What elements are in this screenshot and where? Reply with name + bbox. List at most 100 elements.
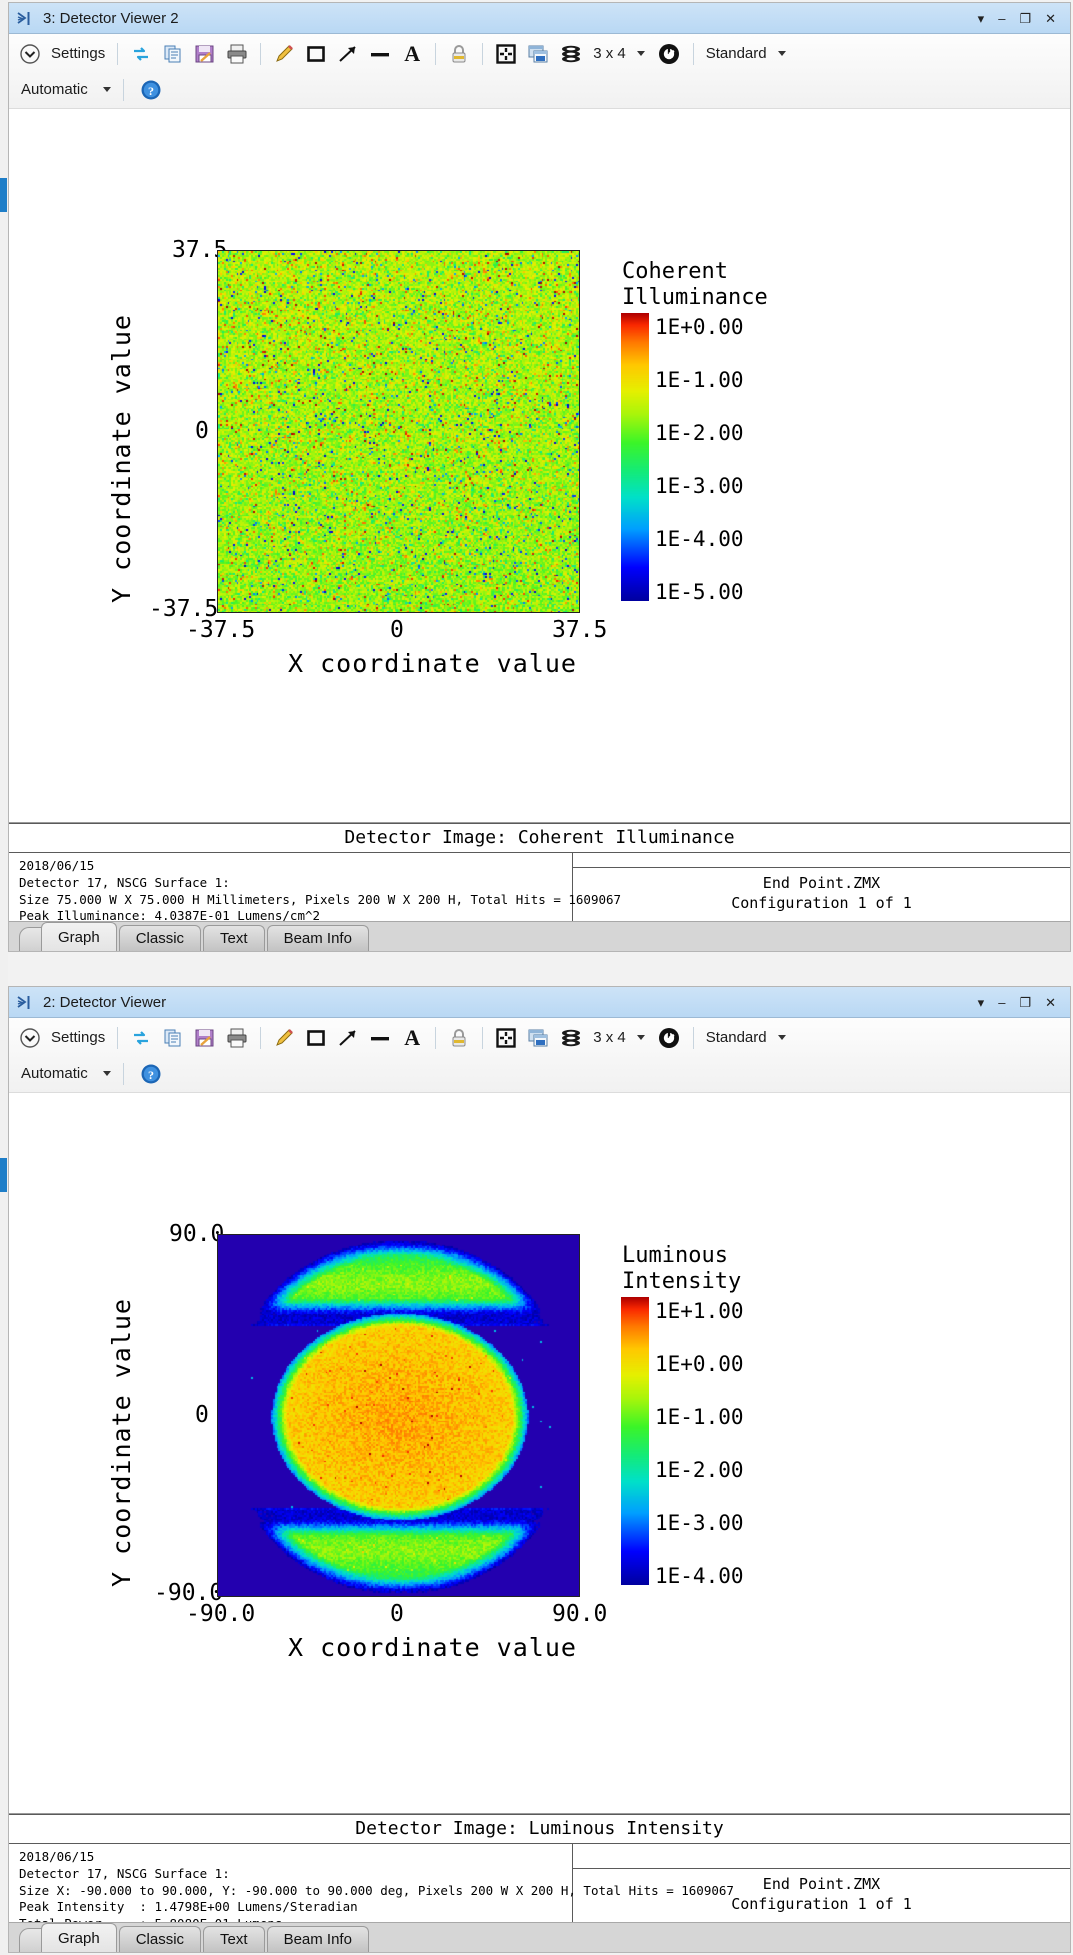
titlebar: 3: Detector Viewer 2 ▾ – ❐ ✕ [9, 3, 1070, 34]
save-icon[interactable] [190, 39, 220, 69]
clone-window-icon[interactable] [523, 1023, 553, 1053]
chevron-down-icon[interactable] [103, 1071, 111, 1076]
rail-marker-bottom [0, 1158, 7, 1192]
rectangle-icon[interactable] [301, 1023, 331, 1053]
chevron-down-icon[interactable] [637, 1035, 645, 1040]
copy-icon[interactable] [158, 39, 188, 69]
colorbar-gradient [621, 313, 649, 601]
minimize-button[interactable]: – [998, 996, 1005, 1009]
detector-viewer-app: 3: Detector Viewer 2 ▾ – ❐ ✕ Settings [0, 0, 1073, 1955]
colorbar-label: 1E-3.00 [655, 474, 744, 498]
power-refresh-icon[interactable] [653, 1023, 685, 1053]
style-dropdown[interactable]: Standard [702, 1029, 771, 1046]
colorbar-title: Luminous Intensity [622, 1243, 741, 1295]
chevron-down-icon[interactable] [637, 51, 645, 56]
tab-graph[interactable]: Graph [41, 922, 117, 951]
y-tick-mid: 0 [195, 418, 209, 444]
refresh-icon[interactable] [126, 1023, 156, 1053]
info-right: End Point.ZMX Configuration 1 of 1 [573, 853, 1070, 921]
style-dropdown[interactable]: Standard [702, 45, 771, 62]
heatmap-plot-2[interactable] [217, 1234, 580, 1597]
pencil-icon[interactable] [269, 1023, 299, 1053]
tab-beam-info[interactable]: Beam Info [267, 1926, 369, 1952]
close-button[interactable]: ✕ [1045, 996, 1056, 1009]
tab-classic[interactable]: Classic [119, 925, 201, 951]
info-header: Detector Image: Luminous Intensity [9, 1814, 1070, 1844]
colorbar-label: 1E-1.00 [655, 1405, 744, 1429]
y-axis-label: Y coordinate value [107, 1298, 136, 1587]
settings-button[interactable]: Settings [47, 45, 109, 62]
line-icon[interactable] [365, 1023, 395, 1053]
y-tick-mid: 0 [195, 1402, 209, 1428]
grid-size-dropdown[interactable]: 3 x 4 [589, 45, 630, 62]
rectangle-icon[interactable] [301, 39, 331, 69]
lock-icon[interactable] [444, 39, 474, 69]
help-icon[interactable]: ? [136, 1059, 166, 1089]
settings-button[interactable]: Settings [47, 1029, 109, 1046]
toolbar: Settings [9, 1018, 1070, 1093]
window-title: 3: Detector Viewer 2 [43, 10, 978, 27]
refresh-icon[interactable] [126, 39, 156, 69]
maximize-button[interactable]: ❐ [1019, 996, 1031, 1009]
tab-text[interactable]: Text [203, 1926, 265, 1952]
layers-icon[interactable] [555, 1023, 587, 1053]
maximize-button[interactable]: ❐ [1019, 12, 1031, 25]
fit-window-icon[interactable] [491, 1023, 521, 1053]
svg-text:?: ? [148, 1068, 154, 1082]
toolbar-separator [117, 1027, 118, 1049]
chevron-down-icon[interactable] [778, 51, 786, 56]
layers-icon[interactable] [555, 39, 587, 69]
settings-chevron-icon[interactable] [15, 39, 45, 69]
save-icon[interactable] [190, 1023, 220, 1053]
tab-beam-info[interactable]: Beam Info [267, 925, 369, 951]
clone-window-icon[interactable] [523, 39, 553, 69]
tab-graph[interactable]: Graph [41, 1923, 117, 1952]
colorbar-title: Coherent Illuminance [622, 259, 768, 311]
tab-text[interactable]: Text [203, 925, 265, 951]
settings-chevron-icon[interactable] [15, 1023, 45, 1053]
toolbar-separator [123, 1063, 124, 1085]
heatmap-plot-1[interactable] [217, 250, 580, 613]
toolbar-separator [260, 1027, 261, 1049]
info-panel-2: Detector Image: Luminous Intensity 2018/… [9, 1813, 1070, 1922]
colorbar-label: 1E-4.00 [655, 1564, 744, 1588]
toolbar: Settings [9, 34, 1070, 109]
info-header: Detector Image: Coherent Illuminance [9, 823, 1070, 853]
colorbar-label: 1E-2.00 [655, 421, 744, 445]
print-icon[interactable] [222, 1023, 252, 1053]
chart-area-1: Y coordinate value 37.5 0 -37.5 -37.5 0 … [9, 109, 1070, 822]
x-tick-min: -90.0 [186, 1601, 255, 1627]
x-tick-max: 90.0 [552, 1601, 607, 1627]
arrow-icon[interactable] [333, 39, 363, 69]
line-icon[interactable] [365, 39, 395, 69]
x-axis-label: X coordinate value [288, 649, 577, 678]
fit-window-icon[interactable] [491, 39, 521, 69]
copy-icon[interactable] [158, 1023, 188, 1053]
chevron-down-icon[interactable] [103, 87, 111, 92]
text-icon[interactable]: A [397, 39, 427, 69]
power-refresh-icon[interactable] [653, 39, 685, 69]
help-icon[interactable]: ? [136, 75, 166, 105]
x-tick-mid: 0 [390, 1601, 404, 1627]
automatic-dropdown[interactable]: Automatic [17, 81, 92, 98]
text-icon[interactable]: A [397, 1023, 427, 1053]
pencil-icon[interactable] [269, 39, 299, 69]
pin-button[interactable]: ▾ [978, 12, 985, 25]
colorbar-label: 1E-5.00 [655, 580, 744, 604]
tab-classic[interactable]: Classic [119, 1926, 201, 1952]
close-button[interactable]: ✕ [1045, 12, 1056, 25]
pin-button[interactable]: ▾ [978, 996, 985, 1009]
minimize-button[interactable]: – [998, 12, 1005, 25]
info-body: 2018/06/15 Detector 17, NSCG Surface 1: … [9, 1844, 573, 1922]
left-rail [0, 0, 8, 1955]
toolbar-separator [482, 1027, 483, 1049]
lock-icon[interactable] [444, 1023, 474, 1053]
toolbar-separator [693, 1027, 694, 1049]
grid-size-dropdown[interactable]: 3 x 4 [589, 1029, 630, 1046]
print-icon[interactable] [222, 39, 252, 69]
arrow-icon[interactable] [333, 1023, 363, 1053]
svg-text:?: ? [148, 84, 154, 98]
chevron-down-icon[interactable] [778, 1035, 786, 1040]
toolbar-separator [435, 1027, 436, 1049]
automatic-dropdown[interactable]: Automatic [17, 1065, 92, 1082]
